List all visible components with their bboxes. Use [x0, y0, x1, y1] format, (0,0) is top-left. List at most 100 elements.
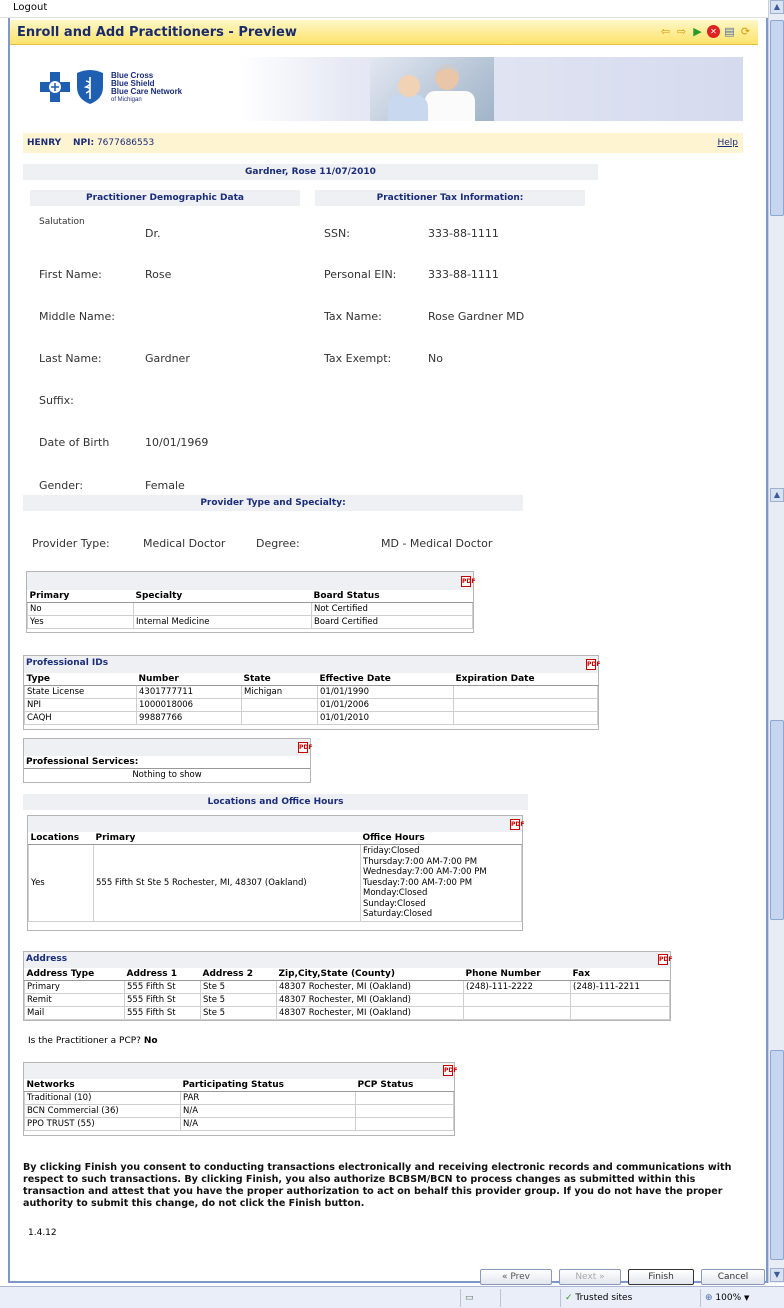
specialty-panel: PDF Primary Specialty Board Status No Not… — [26, 571, 475, 633]
tax-heading: Practitioner Tax Information: — [315, 190, 585, 206]
ein-label: Personal EIN: — [324, 268, 397, 281]
brand-name: Blue Cross Blue Shield Blue Care Network… — [111, 71, 183, 104]
suffix-label: Suffix: — [39, 394, 74, 407]
tax-name-label: Tax Name: — [324, 310, 382, 323]
specialty-col-specialty: Specialty — [133, 590, 312, 603]
middle-name-label: Middle Name: — [39, 310, 115, 323]
demographics-heading: Practitioner Demographic Data — [30, 190, 300, 206]
salutation-label: Salutation — [39, 217, 85, 227]
ids-col-type: Type — [24, 673, 137, 686]
locations-heading: Locations and Office Hours — [23, 794, 528, 810]
scroll-thumb-upper[interactable] — [770, 20, 784, 216]
table-row: Primary 555 Fifth St Ste 5 48307 Rochester,… — [24, 980, 670, 994]
pdf-icon[interactable]: PDF — [298, 742, 312, 753]
pdf-icon[interactable]: PDF — [510, 819, 524, 830]
help-link[interactable]: Help — [717, 138, 738, 148]
provider-type-heading: Provider Type and Specialty: — [23, 495, 523, 511]
address-col-address1: Address 1 — [124, 968, 201, 981]
page-icon: ▭ — [465, 1293, 474, 1303]
locations-panel: PDF Locations Primary Office Hours Yes 5… — [27, 815, 524, 931]
specialty-table: Primary Specialty Board Status No Not Cer… — [27, 590, 473, 629]
address-col-type: Address Type — [24, 968, 125, 981]
scroll-up-button[interactable]: ▲ — [770, 0, 784, 14]
pcp-answer: No — [143, 1036, 158, 1046]
finish-button[interactable]: Finish — [628, 1269, 694, 1285]
cancel-button[interactable]: Cancel — [701, 1269, 765, 1285]
status-bar: ▭ ✓ Trusted sites ⊕ 100% ▼ — [0, 1286, 784, 1308]
table-row: PPO TRUST (55) N/A — [24, 1117, 454, 1131]
status-empty-cell — [500, 1289, 560, 1307]
address-table: Address Type Address 1 Address 2 Zip,Cit… — [24, 968, 670, 1020]
vertical-scrollbar[interactable]: ▲ ▲ ▼ — [768, 0, 784, 1283]
refresh-icon[interactable]: ⟳ — [739, 25, 752, 38]
app-window: Logout ▲ ▲ ▼ Enroll and Add Practitioner… — [0, 0, 784, 1308]
dialog-titlebar: Enroll and Add Practitioners - Preview ⇦… — [10, 20, 758, 45]
degree-label: Degree: — [256, 537, 300, 550]
tax-exempt-value: No — [428, 352, 443, 365]
provider-name: HENRY — [27, 138, 62, 148]
table-row: CAQH 99887766 01/01/2010 — [24, 711, 598, 725]
version-label: 1.4.12 — [28, 1228, 57, 1238]
ids-col-state: State — [241, 673, 318, 686]
networks-col-pcp: PCP Status — [355, 1079, 454, 1092]
pcp-question: Is the Practitioner a PCP? No — [28, 1036, 158, 1046]
play-icon[interactable]: ▶ — [691, 25, 704, 38]
status-zone-icon-cell: ▭ — [460, 1289, 500, 1307]
top-bar: Logout — [0, 0, 768, 18]
provider-type-label: Provider Type: — [32, 537, 110, 550]
gender-label: Gender: — [39, 479, 84, 492]
blue-shield-logo-icon — [77, 70, 103, 104]
dialog-title: Enroll and Add Practitioners - Preview — [17, 25, 297, 40]
table-row: Yes Internal Medicine Board Certified — [27, 615, 473, 629]
professional-ids-table: Type Number State Effective Date Expirat… — [24, 673, 598, 725]
forward-arrow-icon[interactable]: ⇨ — [675, 25, 688, 38]
ein-value: 333-88-1111 — [428, 268, 499, 281]
networks-panel: PDF Networks Participating Status PCP St… — [23, 1062, 457, 1136]
pdf-icon[interactable]: PDF — [461, 576, 475, 587]
degree-value: MD - Medical Doctor — [381, 537, 493, 550]
ids-col-effective: Effective Date — [317, 673, 454, 686]
provider-info-bar: HENRY NPI: 7677686553 Help — [23, 133, 743, 153]
professional-ids-title: Professional IDs — [26, 658, 109, 668]
address-col-fax: Fax — [570, 968, 670, 981]
prev-button[interactable]: « Prev — [480, 1269, 552, 1285]
address-panel: Address PDF Address Type Address 1 Addre… — [23, 951, 672, 1021]
pdf-icon[interactable]: PDF — [586, 659, 600, 670]
pdf-icon[interactable]: PDF — [658, 954, 672, 965]
networks-col-status: Participating Status — [180, 1079, 356, 1092]
provider-type-value: Medical Doctor — [143, 537, 226, 550]
address-col-phone: Phone Number — [463, 968, 571, 981]
print-icon[interactable]: ▤ — [723, 25, 736, 38]
professional-services-title: Professional Services: — [24, 756, 310, 769]
locations-table: Locations Primary Office Hours Yes 555 F… — [28, 832, 522, 922]
first-name-value: Rose — [145, 268, 172, 281]
table-row: Yes 555 Fifth St Ste 5 Rochester, MI, 48… — [28, 844, 522, 922]
table-row: No Not Certified — [27, 602, 473, 616]
next-button[interactable]: Next » — [559, 1269, 621, 1285]
specialty-col-board: Board Status — [311, 590, 473, 603]
address-col-address2: Address 2 — [200, 968, 277, 981]
pdf-icon[interactable]: PDF — [443, 1065, 457, 1076]
logout-link[interactable]: Logout — [13, 2, 47, 13]
back-arrow-icon[interactable]: ⇦ — [659, 25, 672, 38]
dob-label: Date of Birth — [39, 436, 110, 449]
chevron-down-icon[interactable]: ▼ — [744, 1294, 749, 1302]
zoom-control[interactable]: ⊕ 100% ▼ — [700, 1289, 768, 1307]
ids-col-expiration: Expiration Date — [453, 673, 598, 686]
table-row: BCN Commercial (36) N/A — [24, 1104, 454, 1118]
npi-field: NPI: 7677686553 — [73, 138, 155, 148]
professional-services-empty: Nothing to show — [132, 770, 202, 780]
scroll-down-button[interactable]: ▼ — [770, 1268, 784, 1282]
professional-services-panel: PDF Professional Services: Nothing to sh… — [23, 738, 312, 783]
table-row: NPI 1000018006 01/01/2006 — [24, 698, 598, 712]
locations-col-primary: Primary — [93, 832, 361, 845]
scroll-thumb[interactable] — [770, 720, 784, 920]
ssn-label: SSN: — [324, 227, 350, 240]
ids-col-number: Number — [136, 673, 242, 686]
gender-value: Female — [145, 479, 185, 492]
scroll-thumb-lower[interactable] — [770, 1050, 784, 1260]
scroll-up-button-lower[interactable]: ▲ — [770, 488, 784, 502]
close-icon[interactable]: ✕ — [707, 25, 720, 38]
locations-col-hours: Office Hours — [360, 832, 522, 845]
first-name-label: First Name: — [39, 268, 102, 281]
